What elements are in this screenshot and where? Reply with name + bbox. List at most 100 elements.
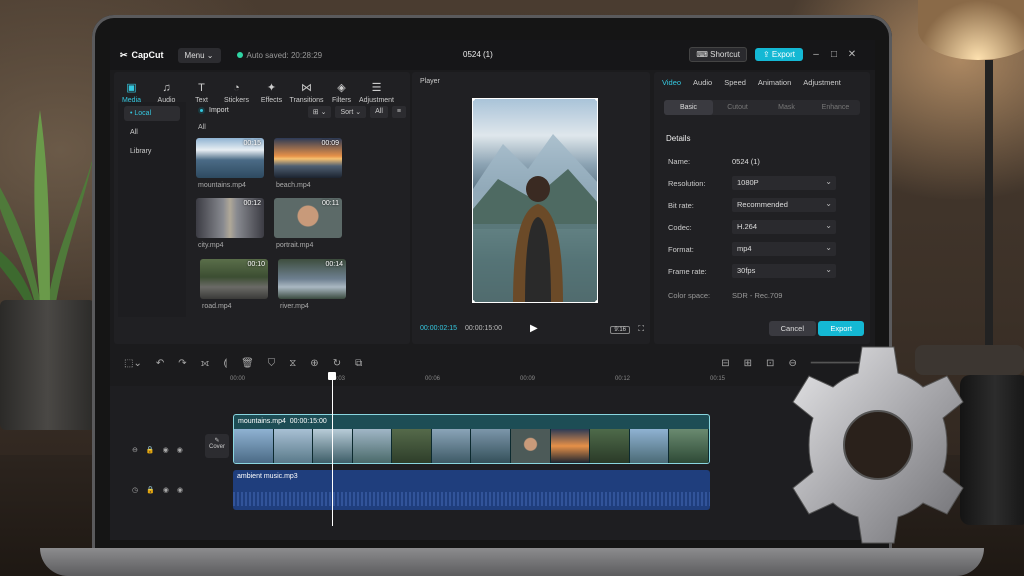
- resolution-value: 1080P: [737, 178, 759, 187]
- crop-icon[interactable]: ⧉: [355, 358, 362, 369]
- resize-handle[interactable]: [595, 300, 597, 302]
- export-button[interactable]: Export: [818, 321, 864, 336]
- cancel-button[interactable]: Cancel: [768, 321, 816, 336]
- visibility-icon[interactable]: ◉: [163, 486, 169, 494]
- codec-select[interactable]: H.264 ⌄: [732, 220, 836, 234]
- import-button[interactable]: Import: [198, 107, 229, 114]
- resize-handle[interactable]: [473, 300, 475, 302]
- playhead[interactable]: [332, 376, 333, 526]
- cover-button[interactable]: ✎ Cover: [205, 434, 229, 458]
- media-thumb-portrait[interactable]: 00:11: [274, 198, 342, 238]
- video-clip-duration: 00:00:15:00: [289, 418, 327, 425]
- sidebar-item-all[interactable]: All: [124, 125, 180, 140]
- subtab-cutout[interactable]: Cutout: [713, 100, 762, 115]
- lock-icon[interactable]: 🔒: [146, 486, 155, 494]
- tab-video[interactable]: Video: [662, 78, 681, 87]
- filmstrip-frame: [669, 429, 709, 463]
- marker-icon[interactable]: ⛉: [268, 358, 276, 369]
- bitrate-value: Recommended: [737, 200, 788, 209]
- sort-button[interactable]: Sort ⌄: [335, 106, 367, 118]
- select-tool-icon[interactable]: ⬚⌄: [124, 358, 142, 369]
- tab-audio[interactable]: Audio: [693, 78, 712, 87]
- view-toggle-icon[interactable]: ⊞ ⌄: [307, 106, 332, 118]
- resize-handle[interactable]: [595, 99, 597, 101]
- delete-icon[interactable]: 🗑: [241, 358, 254, 369]
- chevron-down-icon: ⌄: [825, 243, 832, 252]
- format-label: Format:: [668, 245, 694, 254]
- export-top-button[interactable]: ⇪ Export: [754, 48, 803, 61]
- export-top-label: Export: [771, 50, 795, 59]
- media-thumb-road[interactable]: 00:10: [200, 259, 268, 299]
- audio-waveform: [233, 492, 710, 506]
- filmstrip-frame: [273, 429, 314, 463]
- media-duration: 00:10: [247, 261, 265, 268]
- bitrate-label: Bit rate:: [668, 201, 694, 210]
- media-thumb-city[interactable]: 00:12: [196, 198, 264, 238]
- clip-filmstrip: [234, 429, 709, 463]
- split-icon[interactable]: ⟗: [201, 358, 210, 369]
- media-grid: Import ⊞ ⌄ Sort ⌄ All ≡ All 00:15 mounta…: [190, 102, 412, 317]
- media-duration: 00:11: [322, 200, 339, 207]
- snap-icon[interactable]: ⊟: [721, 358, 729, 369]
- aspect-ratio-button[interactable]: 9:16: [610, 326, 630, 334]
- ruler-tick: 00:12: [615, 376, 631, 382]
- maximize-icon[interactable]: □: [829, 49, 839, 60]
- split-left-icon[interactable]: ⟬: [223, 358, 227, 369]
- autosave-dot-icon: [236, 52, 243, 58]
- filmstrip-frame: [392, 429, 432, 463]
- lock-icon[interactable]: 🔒: [146, 446, 155, 454]
- bitrate-select[interactable]: Recommended ⌄: [732, 198, 836, 212]
- media-name: river.mp4: [280, 303, 309, 310]
- property-tabs: Video Audio Speed Animation Adjustment: [662, 78, 841, 87]
- subtab-basic[interactable]: Basic: [664, 100, 713, 115]
- framerate-select[interactable]: 30fps ⌄: [732, 264, 836, 278]
- media-thumb-river[interactable]: 00:14: [278, 259, 346, 299]
- sticker-icon: ◔: [233, 81, 240, 94]
- undo-icon[interactable]: ↶: [156, 358, 164, 369]
- close-icon[interactable]: ✕: [847, 49, 857, 60]
- clock-icon[interactable]: ◷: [132, 486, 138, 494]
- chevron-down-icon: ⌄: [825, 177, 832, 186]
- mute-icon[interactable]: ◉: [177, 486, 183, 494]
- video-clip[interactable]: mountains.mp4 00:00:15:00: [233, 414, 710, 464]
- audio-clip[interactable]: ambient music.mp3: [233, 470, 710, 510]
- visibility-icon[interactable]: ◉: [163, 446, 169, 454]
- transitions-icon: ⋈: [301, 81, 312, 94]
- cover-label: Cover: [208, 444, 225, 450]
- subtab-mask[interactable]: Mask: [762, 100, 811, 115]
- sidebar-item-local[interactable]: • Local: [124, 106, 180, 121]
- redo-icon[interactable]: ↷: [178, 358, 186, 369]
- menu-label: Menu: [184, 50, 205, 60]
- link-icon[interactable]: ⊞: [744, 358, 752, 369]
- minimize-icon[interactable]: –: [811, 49, 821, 60]
- shortcut-button[interactable]: ⌨ Shortcut: [689, 47, 747, 62]
- tab-adjustment[interactable]: Adjustment: [803, 78, 841, 87]
- codec-label: Codec:: [668, 223, 692, 232]
- import-icon: [198, 107, 205, 114]
- subtab-enhance[interactable]: Enhance: [811, 100, 860, 115]
- ruler-tick: 00:06: [425, 376, 441, 382]
- tab-animation[interactable]: Animation: [758, 78, 791, 87]
- filter-all-button[interactable]: All: [370, 106, 388, 118]
- import-label: Import: [209, 107, 229, 114]
- mute-icon[interactable]: ◉: [177, 446, 183, 454]
- media-duration: 00:14: [325, 261, 343, 268]
- rotate-icon[interactable]: ↻: [333, 358, 341, 369]
- media-thumb-beach[interactable]: 00:09: [274, 138, 342, 178]
- resolution-select[interactable]: 1080P ⌄: [732, 176, 836, 190]
- video-preview[interactable]: [472, 98, 598, 303]
- media-thumb-mountains[interactable]: 00:15: [196, 138, 264, 178]
- sidebar-item-library[interactable]: Library: [124, 144, 180, 159]
- tab-speed[interactable]: Speed: [724, 78, 746, 87]
- format-select[interactable]: mp4 ⌄: [732, 242, 836, 256]
- play-icon[interactable]: ▶: [530, 323, 538, 334]
- media-duration: 00:15: [243, 140, 261, 147]
- hide-track-icon[interactable]: ⊖: [132, 446, 138, 454]
- speed-icon[interactable]: ⊕: [310, 358, 318, 369]
- fullscreen-icon[interactable]: ⛶: [638, 324, 644, 334]
- freeze-icon[interactable]: ⧖: [289, 358, 296, 369]
- filter-icon[interactable]: ≡: [391, 106, 406, 118]
- menu-button[interactable]: Menu ⌄: [177, 47, 221, 63]
- edit-icon: ✎: [214, 438, 220, 444]
- media-name: beach.mp4: [276, 182, 311, 189]
